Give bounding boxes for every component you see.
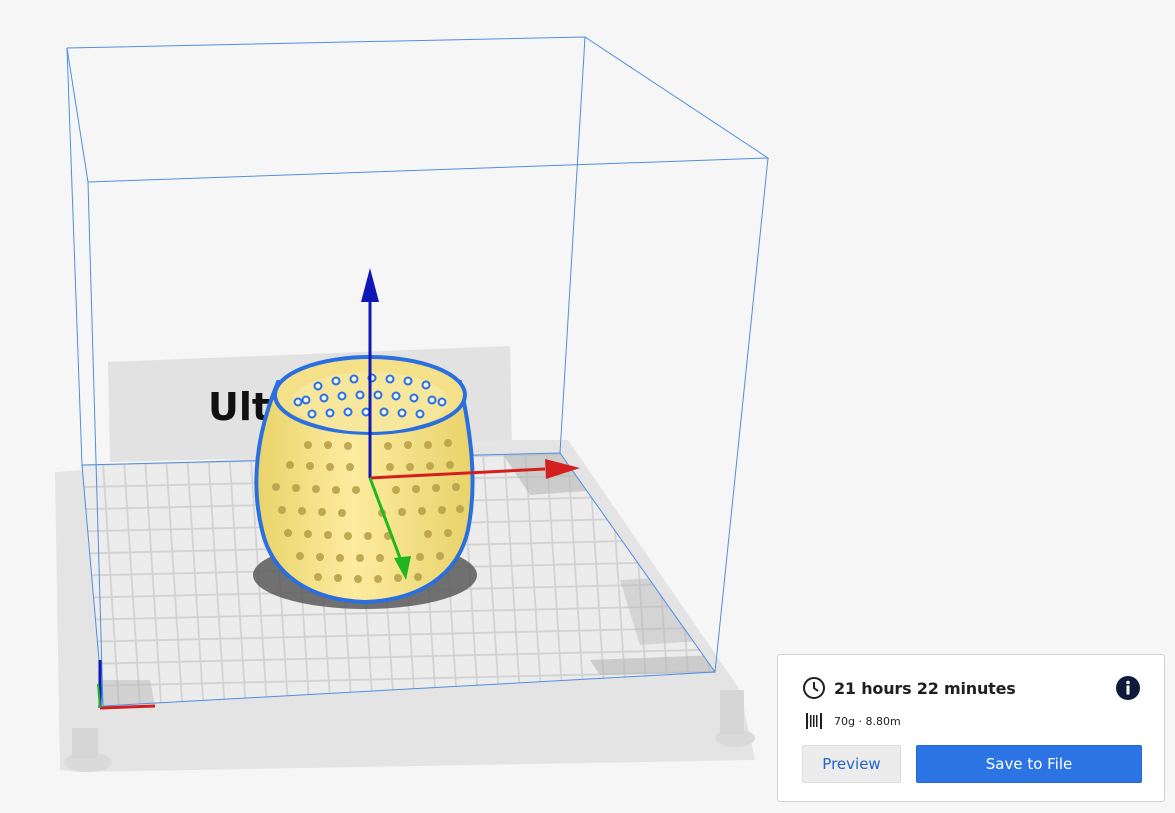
print-time: 21 hours 22 minutes bbox=[834, 678, 1016, 698]
print-time-row: 21 hours 22 minutes bbox=[802, 676, 1016, 700]
model-vase[interactable] bbox=[254, 355, 475, 605]
print-summary-panel: 21 hours 22 minutes 70g · 8.80m Preview … bbox=[777, 654, 1165, 802]
info-icon[interactable] bbox=[1116, 676, 1140, 700]
preview-button[interactable]: Preview bbox=[802, 745, 901, 783]
axis-z-arrow[interactable] bbox=[361, 268, 379, 302]
bed-label: Ult bbox=[208, 385, 270, 429]
clock-icon bbox=[802, 676, 826, 700]
save-to-file-button[interactable]: Save to File bbox=[916, 745, 1142, 783]
material-row: 70g · 8.80m bbox=[804, 711, 901, 731]
filament-spool-icon bbox=[804, 711, 824, 731]
material-usage: 70g · 8.80m bbox=[834, 714, 901, 728]
